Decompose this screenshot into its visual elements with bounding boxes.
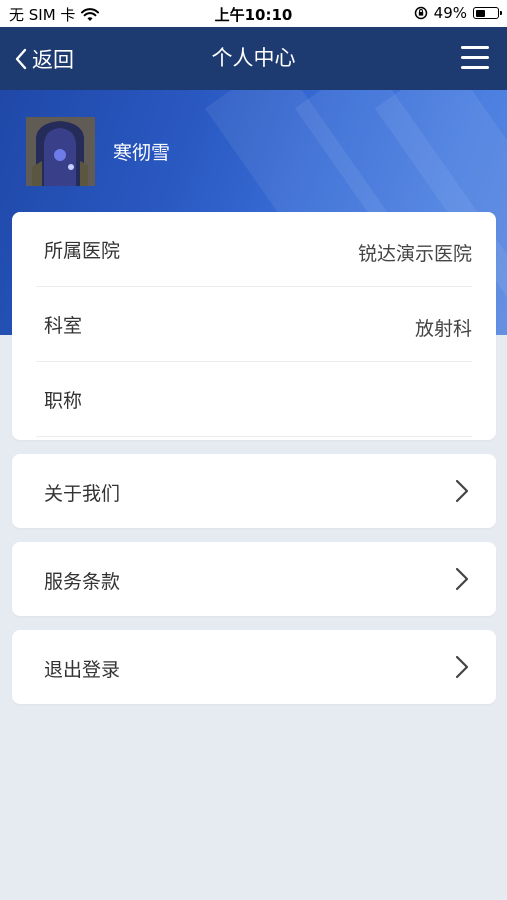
chevron-left-icon [15, 48, 27, 69]
info-label: 职称 [44, 390, 83, 412]
profile-name: 寒彻雪 [113, 142, 171, 164]
info-card: 所属医院 锐达演示医院 科室 放射科 职称 [12, 212, 496, 440]
menu-icon[interactable] [461, 46, 489, 70]
chevron-right-icon [455, 479, 469, 503]
link-label: 关于我们 [44, 483, 121, 505]
page-title: 个人中心 [211, 46, 296, 70]
info-label: 科室 [44, 315, 83, 337]
terms-of-service-item[interactable]: 服务条款 [12, 542, 496, 616]
avatar[interactable] [26, 117, 95, 186]
status-right: 49% [414, 4, 502, 22]
info-row-hospital: 所属医院 锐达演示医院 [36, 212, 472, 287]
logout-item[interactable]: 退出登录 [12, 630, 496, 704]
status-bar: 无 SIM 卡 上午10:10 49% [0, 0, 507, 27]
battery-icon [473, 7, 502, 19]
about-us-item[interactable]: 关于我们 [12, 454, 496, 528]
battery-fill [475, 9, 486, 17]
link-label: 退出登录 [44, 659, 121, 681]
info-value: 放射科 [414, 318, 472, 340]
back-label: 返回 [32, 47, 74, 72]
nav-bar: 个人中心 返回 [0, 27, 507, 90]
orientation-lock-icon [414, 6, 427, 20]
chevron-right-icon [455, 567, 469, 591]
info-row-title: 职称 [36, 362, 472, 437]
avatar-image [26, 117, 95, 186]
battery-percent: 49% [433, 4, 467, 22]
info-row-department: 科室 放射科 [36, 287, 472, 362]
link-label: 服务条款 [44, 571, 121, 593]
back-button[interactable]: 返回 [14, 27, 74, 90]
info-value: 锐达演示医院 [357, 243, 472, 265]
chevron-right-icon [455, 655, 469, 679]
info-label: 所属医院 [44, 240, 121, 262]
